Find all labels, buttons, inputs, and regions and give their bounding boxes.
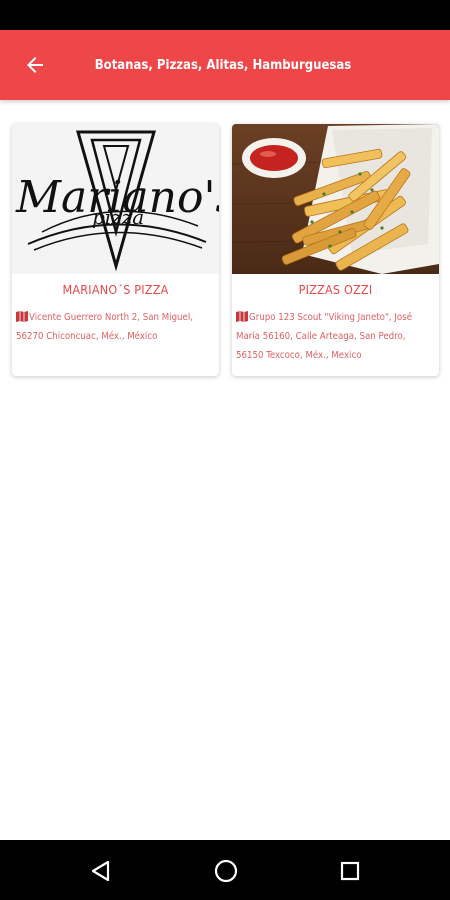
page-title: Botanas, Pizzas, Alitas, Hamburguesas xyxy=(94,57,352,73)
arrow-left-icon xyxy=(27,57,43,73)
status-bar xyxy=(0,0,450,30)
triangle-back-icon xyxy=(91,860,110,882)
map-icon xyxy=(16,311,28,322)
back-button[interactable] xyxy=(18,50,52,80)
restaurant-logo-image: Mariano's pizza xyxy=(12,124,219,274)
circle-home-icon xyxy=(214,859,238,883)
system-nav-bar xyxy=(0,840,450,900)
nav-home-button[interactable] xyxy=(211,857,241,885)
restaurant-card[interactable]: PIZZAS OZZI Grupo 123 Scout "Viking Jane… xyxy=(232,124,439,376)
restaurant-food-image xyxy=(232,124,439,274)
restaurant-name: PIZZAS OZZI xyxy=(298,281,373,297)
restaurant-address: Grupo 123 Scout "Viking Janeto", José Ma… xyxy=(232,304,439,365)
restaurant-name: MARIANO´S PIZZA xyxy=(62,281,169,297)
square-recents-icon xyxy=(340,861,360,881)
nav-back-button[interactable] xyxy=(86,857,116,885)
nav-recents-button[interactable] xyxy=(335,857,365,885)
restaurant-address-text: Grupo 123 Scout "Viking Janeto", José Ma… xyxy=(236,312,413,361)
restaurant-address: Vicente Guerrero North 2, San Miguel, 56… xyxy=(12,304,219,346)
map-icon xyxy=(236,311,248,322)
app-bar: Botanas, Pizzas, Alitas, Hamburguesas xyxy=(0,30,450,100)
svg-text:pizza: pizza xyxy=(92,205,144,229)
restaurant-address-text: Vicente Guerrero North 2, San Miguel, 56… xyxy=(16,312,193,342)
restaurant-card[interactable]: Mariano's pizza MARIANO´S PIZZA Vicente … xyxy=(12,124,219,376)
